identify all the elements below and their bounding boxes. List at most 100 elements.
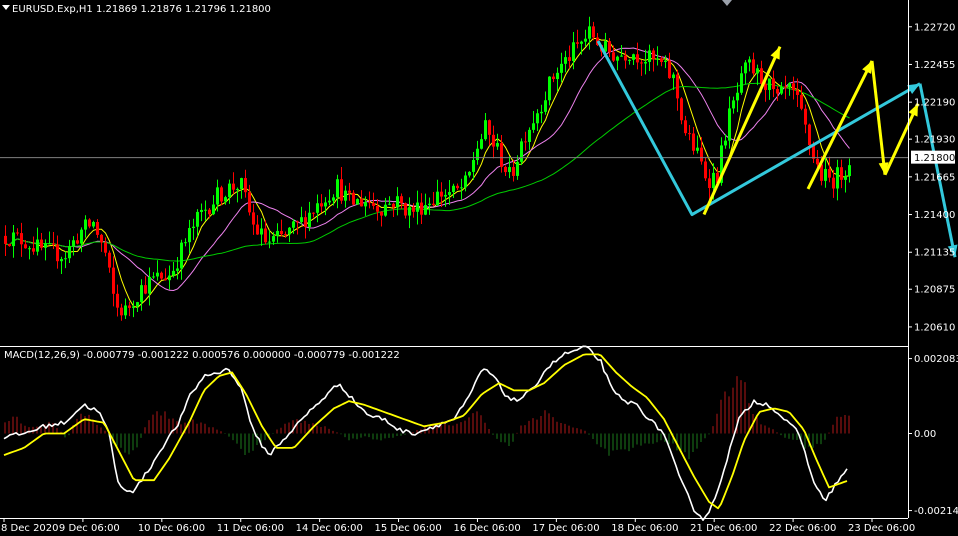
candle-body	[508, 167, 511, 173]
candle-body	[324, 202, 327, 207]
candle-body	[724, 140, 727, 146]
candle-body	[644, 61, 647, 64]
candle-body	[332, 197, 335, 201]
candle-body	[620, 55, 623, 57]
candle-body	[548, 76, 551, 101]
candle-body	[612, 52, 615, 61]
candle-body	[224, 197, 227, 202]
candle-body	[32, 248, 35, 252]
time-tick-label: 14 Dec 06:00	[296, 523, 363, 534]
candle-body	[400, 196, 403, 204]
candle-body	[132, 306, 135, 308]
candle-body	[236, 188, 239, 190]
time-tick-label: 9 Dec 06:00	[59, 523, 120, 534]
candle-body	[536, 113, 539, 124]
candle-body	[728, 108, 731, 141]
candle-body	[88, 219, 91, 227]
candle-body	[204, 209, 207, 211]
candle-body	[328, 200, 331, 203]
candle-body	[404, 203, 407, 216]
candle-body	[364, 202, 367, 207]
candle-body	[552, 76, 555, 79]
candle-body	[528, 129, 531, 142]
candle-body	[624, 55, 627, 61]
candle-body	[108, 252, 111, 268]
candle-body	[816, 158, 819, 165]
candle-body	[184, 242, 187, 244]
candle-body	[456, 185, 459, 189]
candle-body	[124, 305, 127, 316]
candle-body	[700, 147, 703, 162]
candle-body	[476, 148, 479, 161]
candle-body	[696, 147, 699, 151]
candle-body	[792, 83, 795, 91]
candle-body	[340, 179, 343, 201]
candle-body	[628, 59, 631, 61]
candle-body	[292, 221, 295, 228]
candle-body	[352, 192, 355, 205]
candle-body	[212, 204, 215, 215]
time-tick-label: 11 Dec 06:00	[217, 523, 284, 534]
candle-body	[740, 73, 743, 93]
candle-body	[112, 267, 115, 294]
chart-canvas: EURUSD.Exp,H1 1.21869 1.21876 1.21796 1.…	[0, 0, 958, 536]
candle-body	[156, 272, 159, 277]
candle-body	[636, 54, 639, 63]
candle-body	[412, 207, 415, 212]
time-tick-label: 15 Dec 06:00	[375, 523, 442, 534]
candle-body	[104, 242, 107, 253]
candle-body	[824, 168, 827, 181]
candle-body	[496, 143, 499, 147]
candle-body	[12, 232, 15, 247]
candle-body	[504, 166, 507, 173]
candle-body	[40, 239, 43, 248]
candle-body	[540, 111, 543, 114]
candle-body	[56, 244, 59, 262]
candle-body	[432, 203, 435, 206]
candle-body	[136, 302, 139, 307]
candle-body	[312, 212, 315, 214]
candle-body	[408, 207, 411, 216]
candle-body	[684, 120, 687, 134]
candle-body	[656, 58, 659, 60]
candle-body	[320, 203, 323, 207]
price-tick-label: 1.22190	[914, 98, 955, 109]
candle-body	[468, 171, 471, 176]
candle-body	[116, 293, 119, 308]
candle-body	[616, 56, 619, 61]
candle-body	[512, 167, 515, 176]
candle-body	[772, 78, 775, 90]
candle-body	[460, 187, 463, 189]
price-tick-label: 1.20875	[914, 285, 955, 296]
candle-body	[356, 199, 359, 205]
candle-body	[276, 230, 279, 237]
time-tick-label: 10 Dec 06:00	[138, 523, 205, 534]
candle-body	[304, 217, 307, 228]
candle-body	[244, 178, 247, 193]
candle-body	[152, 276, 155, 278]
price-tick-label: 1.20610	[914, 322, 955, 333]
candle-body	[484, 120, 487, 140]
candle-body	[784, 86, 787, 88]
candle-body	[48, 243, 51, 245]
candle-body	[24, 244, 27, 249]
candle-body	[72, 240, 75, 247]
candle-body	[492, 134, 495, 147]
candle-body	[660, 58, 663, 62]
candle-body	[388, 203, 391, 205]
candle-body	[344, 190, 347, 201]
price-tick-label: 1.22455	[914, 60, 955, 71]
candle-body	[232, 183, 235, 190]
candle-body	[480, 139, 483, 149]
candle-body	[424, 205, 427, 215]
macd-tick-label: -0.002143	[914, 506, 958, 517]
candle-body	[396, 196, 399, 208]
price-tick-label: 1.21930	[914, 135, 955, 146]
candle-body	[416, 202, 419, 212]
candle-body	[544, 100, 547, 112]
candle-body	[316, 203, 319, 213]
candle-body	[180, 242, 183, 269]
candle-body	[832, 177, 835, 189]
price-tick-label: 1.21135	[914, 248, 955, 259]
candle-body	[144, 285, 147, 294]
